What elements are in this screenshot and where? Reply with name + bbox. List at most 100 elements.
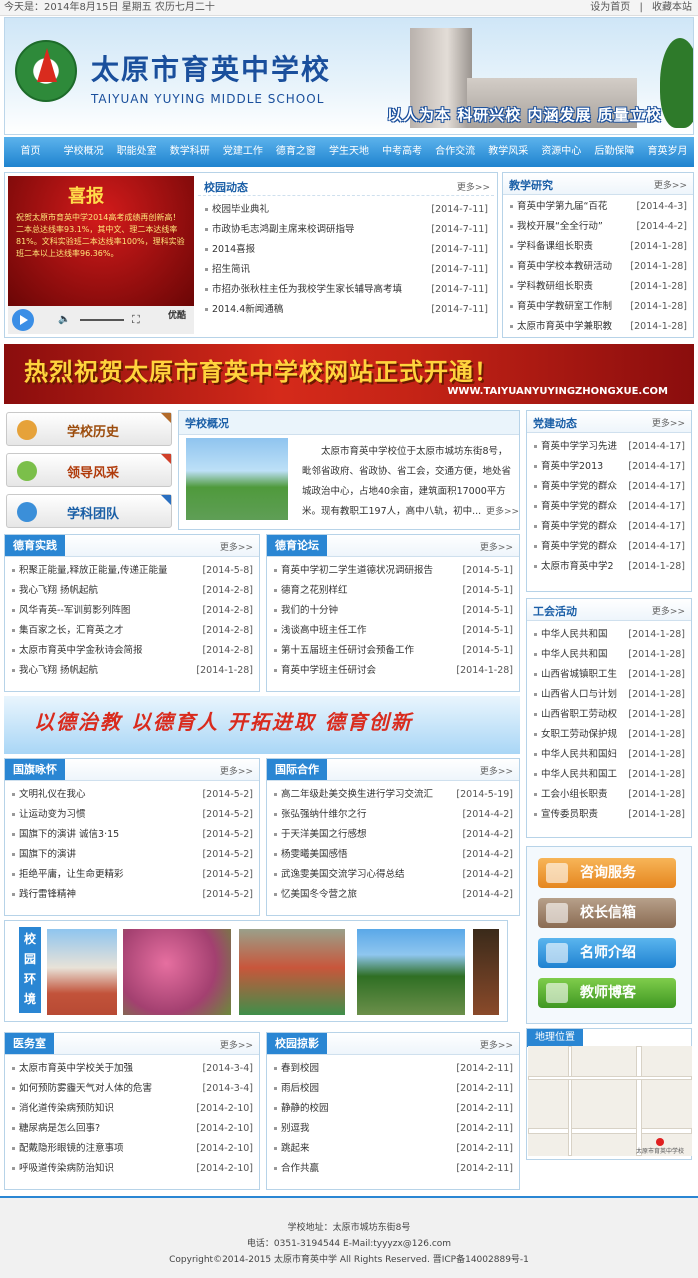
list-item[interactable]: 太原市育英中学校关于加强 [2014-3-4]	[11, 1059, 253, 1079]
campus-photo[interactable]	[473, 929, 499, 1015]
campus-photo[interactable]	[357, 929, 465, 1015]
list-item[interactable]: 配戴隐形眼镜的注意事项 [2014-2-10]	[11, 1139, 253, 1159]
list-item[interactable]: 市政协毛志鸿副主席来校调研指导 [2014-7-11]	[204, 220, 488, 240]
list-item[interactable]: 武逸雯美国交流学习心得总结 [2014-4-2]	[273, 865, 513, 885]
list-item[interactable]: 跳起来 [2014-2-11]	[273, 1139, 513, 1159]
list-item[interactable]: 育英中学校本教研活动 [2014-1-28]	[509, 257, 687, 277]
list-item[interactable]: 太原市育英中学兼职教 [2014-1-28]	[509, 317, 687, 337]
intro-more[interactable]: 更多>>	[486, 504, 519, 517]
list-item[interactable]: 别逗我 [2014-2-11]	[273, 1119, 513, 1139]
nav-item[interactable]: 教学风采	[482, 137, 535, 167]
school-history-button[interactable]: 学校历史	[6, 412, 172, 446]
list-item[interactable]: 育英中学教研室工作制 [2014-1-28]	[509, 297, 687, 317]
list-item[interactable]: 合作共赢 [2014-2-11]	[273, 1159, 513, 1179]
play-icon[interactable]	[12, 309, 34, 331]
list-item[interactable]: 糖尿病是怎么回事? [2014-2-10]	[11, 1119, 253, 1139]
list-item[interactable]: 山西省城镇职工生 [2014-1-28]	[533, 665, 685, 685]
union-more[interactable]: 更多>>	[652, 604, 685, 617]
video-player[interactable]: 喜报 祝贺太原市育英中学2014高考成绩再创新高！二本总达线率93.1%，其中文…	[8, 176, 194, 334]
list-item[interactable]: 我心飞翔 扬帆起航 [2014-1-28]	[11, 661, 253, 681]
teacher-blog-button[interactable]: 教师博客	[538, 978, 676, 1008]
list-item[interactable]: 国旗下的演讲 [2014-5-2]	[11, 845, 253, 865]
list-item[interactable]: 2014喜报 [2014-7-11]	[204, 240, 488, 260]
celebration-banner[interactable]: 热烈祝贺太原市育英中学校网站正式开通！ WWW.TAIYUANYUYINGZHO…	[4, 344, 694, 404]
campus-photo[interactable]	[123, 929, 231, 1015]
list-item[interactable]: 女职工劳动保护规 [2014-1-28]	[533, 725, 685, 745]
moral-forum-more[interactable]: 更多>>	[480, 540, 513, 553]
nav-item[interactable]: 资源中心	[535, 137, 588, 167]
list-item[interactable]: 我校开展“全全行动” [2014-4-2]	[509, 217, 687, 237]
list-item[interactable]: 我心飞翔 扬帆起航 [2014-2-8]	[11, 581, 253, 601]
list-item[interactable]: 太原市育英中学2 [2014-1-28]	[533, 557, 685, 577]
nav-item[interactable]: 学校概况	[57, 137, 110, 167]
list-item[interactable]: 育英中学党的群众 [2014-4-17]	[533, 497, 685, 517]
nav-item[interactable]: 职能处室	[110, 137, 163, 167]
list-item[interactable]: 育英中学第九届“百花 [2014-4-3]	[509, 197, 687, 217]
list-item[interactable]: 静静的校园 [2014-2-11]	[273, 1099, 513, 1119]
list-item[interactable]: 育英中学2013 [2014-4-17]	[533, 457, 685, 477]
campus-photo[interactable]	[186, 438, 288, 520]
list-item[interactable]: 消化道传染病预防知识 [2014-2-10]	[11, 1099, 253, 1119]
list-item[interactable]: 让运动变为习惯 [2014-5-2]	[11, 805, 253, 825]
list-item[interactable]: 呼吸道传染病防治知识 [2014-2-10]	[11, 1159, 253, 1179]
list-item[interactable]: 育英中学党的群众 [2014-4-17]	[533, 537, 685, 557]
add-favorite-link[interactable]: 收藏本站	[652, 2, 692, 13]
nav-item[interactable]: 学生天地	[322, 137, 375, 167]
list-item[interactable]: 中华人民共和国 [2014-1-28]	[533, 625, 685, 645]
list-item[interactable]: 招生简讯 [2014-7-11]	[204, 260, 488, 280]
flag-more[interactable]: 更多>>	[220, 764, 253, 777]
list-item[interactable]: 育英中学班主任研讨会 [2014-1-28]	[273, 661, 513, 681]
fullscreen-icon[interactable]: ⛶	[132, 313, 140, 327]
list-item[interactable]: 第十五届班主任研讨会预备工作 [2014-5-1]	[273, 641, 513, 661]
list-item[interactable]: 国旗下的演讲 诚信3·15 [2014-5-2]	[11, 825, 253, 845]
list-item[interactable]: 工会小组长职责 [2014-1-28]	[533, 785, 685, 805]
location-map[interactable]: 太原市育英中学校	[528, 1046, 692, 1156]
list-item[interactable]: 张弘强纳什维尔之行 [2014-4-2]	[273, 805, 513, 825]
list-item[interactable]: 杨雯曦美国感悟 [2014-4-2]	[273, 845, 513, 865]
consult-button[interactable]: 咨询服务	[538, 858, 676, 888]
list-item[interactable]: 山西省职工劳动权 [2014-1-28]	[533, 705, 685, 725]
nav-item[interactable]: 德育之窗	[269, 137, 322, 167]
video-screen[interactable]: 喜报 祝贺太原市育英中学2014高考成绩再创新高！二本总达线率93.1%，其中文…	[8, 176, 194, 306]
list-item[interactable]: 宣传委员职责 [2014-1-28]	[533, 805, 685, 825]
research-more[interactable]: 更多>>	[654, 178, 687, 191]
list-item[interactable]: 育英中学学习先进 [2014-4-17]	[533, 437, 685, 457]
list-item[interactable]: 春到校园 [2014-2-11]	[273, 1059, 513, 1079]
list-item[interactable]: 中华人民共和国 [2014-1-28]	[533, 645, 685, 665]
list-item[interactable]: 积聚正能量,释放正能量,传递正能量 [2014-5-8]	[11, 561, 253, 581]
nav-item[interactable]: 合作交流	[429, 137, 482, 167]
school-news-more[interactable]: 更多>>	[457, 180, 490, 193]
intl-more[interactable]: 更多>>	[480, 764, 513, 777]
list-item[interactable]: 学科教研组长职责 [2014-1-28]	[509, 277, 687, 297]
nav-item[interactable]: 数学科研	[163, 137, 216, 167]
list-item[interactable]: 学科备课组长职责 [2014-1-28]	[509, 237, 687, 257]
leaders-button[interactable]: 领导风采	[6, 453, 172, 487]
list-item[interactable]: 风华青英--军训剪影列阵图 [2014-2-8]	[11, 601, 253, 621]
nav-item[interactable]: 首页	[4, 137, 57, 167]
list-item[interactable]: 忆美国冬令营之旅 [2014-4-2]	[273, 885, 513, 905]
nav-item[interactable]: 育英岁月	[641, 137, 694, 167]
list-item[interactable]: 文明礼仪在我心 [2014-5-2]	[11, 785, 253, 805]
campus-photo[interactable]	[47, 929, 117, 1015]
list-item[interactable]: 市招办张秋柱主任为我校学生家长辅导高考填 [2014-7-11]	[204, 280, 488, 300]
nav-item[interactable]: 中考高考	[376, 137, 429, 167]
list-item[interactable]: 如何预防雾霾天气对人体的危害 [2014-3-4]	[11, 1079, 253, 1099]
snap-more[interactable]: 更多>>	[480, 1038, 513, 1051]
list-item[interactable]: 拒绝平庸，让生命更精彩 [2014-5-2]	[11, 865, 253, 885]
campus-photo[interactable]	[239, 929, 345, 1015]
clinic-more[interactable]: 更多>>	[220, 1038, 253, 1051]
list-item[interactable]: 雨后校园 [2014-2-11]	[273, 1079, 513, 1099]
volume-slider[interactable]	[80, 319, 124, 321]
set-homepage-link[interactable]: 设为首页	[590, 2, 630, 13]
subject-team-button[interactable]: 学科团队	[6, 494, 172, 528]
list-item[interactable]: 中华人民共和国工 [2014-1-28]	[533, 765, 685, 785]
list-item[interactable]: 德育之花别样红 [2014-5-1]	[273, 581, 513, 601]
list-item[interactable]: 于天洋美国之行感想 [2014-4-2]	[273, 825, 513, 845]
list-item[interactable]: 我们的十分钟 [2014-5-1]	[273, 601, 513, 621]
list-item[interactable]: 2014.4新闻通稿 [2014-7-11]	[204, 300, 488, 320]
list-item[interactable]: 浅谈高中班主任工作 [2014-5-1]	[273, 621, 513, 641]
party-more[interactable]: 更多>>	[652, 416, 685, 429]
list-item[interactable]: 育英中学党的群众 [2014-4-17]	[533, 517, 685, 537]
principal-mailbox-button[interactable]: 校长信箱	[538, 898, 676, 928]
list-item[interactable]: 践行雷锋精神 [2014-5-2]	[11, 885, 253, 905]
